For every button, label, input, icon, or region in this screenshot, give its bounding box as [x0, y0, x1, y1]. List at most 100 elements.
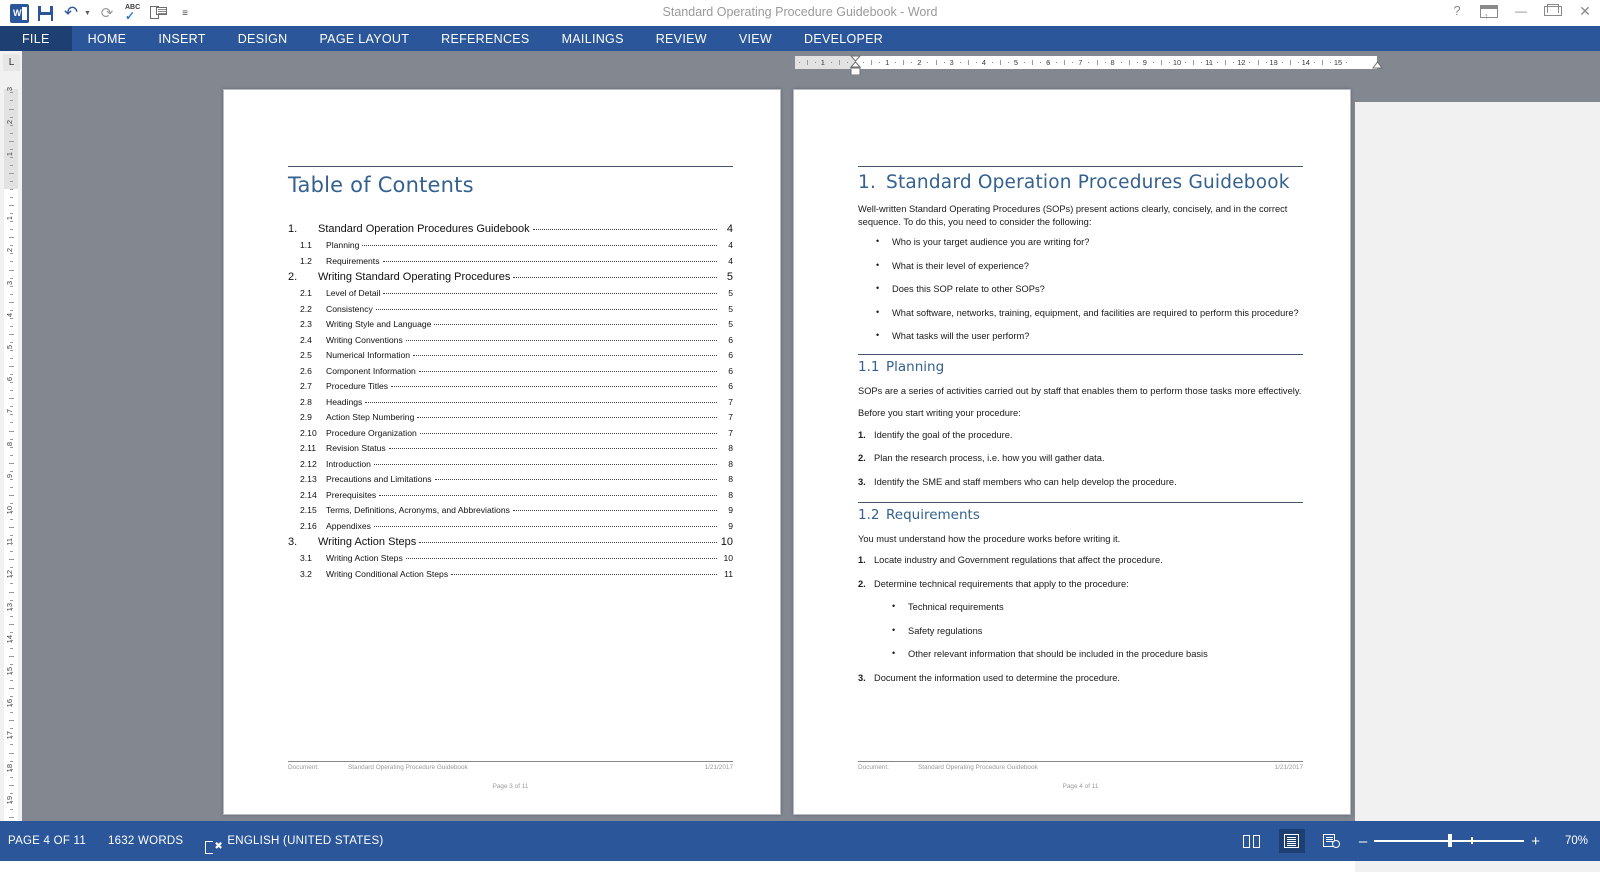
vruler-tick [10, 189, 13, 190]
help-icon[interactable]: ? [1448, 2, 1466, 20]
ribbon-display-options-icon[interactable] [1480, 4, 1498, 25]
left-indent-marker[interactable] [849, 55, 862, 77]
tab-home[interactable]: HOME [72, 26, 143, 51]
restore-window-icon[interactable] [1544, 4, 1562, 16]
toc-entry[interactable]: 2.11 Revision Status 8 [288, 443, 733, 453]
vruler-tick [10, 148, 13, 150]
footer-page-number: Page 3 of 11 [492, 783, 529, 790]
footer-label: Document: [288, 764, 319, 771]
status-bar: PAGE 4 OF 11 1632 WORDS ✖ ENGLISH (UNITE… [0, 821, 1600, 861]
zoom-control[interactable]: – + [1359, 834, 1540, 849]
h1-top-rule [858, 166, 1303, 167]
ruler-tick [1338, 62, 1339, 63]
toc-entry[interactable]: 3.2 Writing Conditional Action Steps 11 [288, 569, 733, 579]
toc-entry[interactable]: 1.2 Requirements 4 [288, 256, 733, 266]
print-layout-view-button[interactable] [1278, 829, 1305, 853]
zoom-level[interactable]: 70% [1554, 835, 1588, 847]
vruler-tick [10, 293, 13, 295]
ruler-tick [1289, 60, 1291, 65]
toc-entry[interactable]: 3. Writing Action Steps 10 [288, 536, 733, 548]
word-count[interactable]: 1632 WORDS [108, 835, 183, 847]
ruler-tick [1257, 60, 1259, 65]
toc-entry[interactable]: 2.10 Procedure Organization 7 [288, 428, 733, 438]
toc-entry[interactable]: 2.9 Action Step Numbering 7 [288, 412, 733, 422]
toc-entry[interactable]: 2.16 Appendixes 9 [288, 521, 733, 531]
list-text: Identify the goal of the procedure. [874, 429, 1013, 440]
toc-entry[interactable]: 2.2 Consistency 5 [288, 304, 733, 314]
ruler-tick [959, 62, 961, 63]
ruler-tick [911, 62, 913, 63]
toc-leader-dots [413, 355, 717, 356]
zoom-slider-handle[interactable] [1448, 834, 1452, 847]
horizontal-ruler-wrap: 1123456789101112131415 [783, 54, 1383, 76]
vertical-ruler[interactable]: 32112345678910111213141516171819 [0, 75, 22, 821]
web-layout-view-button[interactable] [1319, 829, 1345, 853]
tab-stop-selector-button[interactable]: L [3, 54, 20, 71]
toc-entry[interactable]: 2.13 Precautions and Limitations 8 [288, 474, 733, 484]
vruler-tick [10, 663, 13, 665]
page-4[interactable]: 1. Standard Operation Procedures Guidebo… [793, 89, 1351, 815]
toc-entry[interactable]: 2.8 Headings 7 [288, 397, 733, 407]
toc-entry[interactable]: 2.1 Level of Detail 5 [288, 288, 733, 298]
toc-entry[interactable]: 1. Standard Operation Procedures Guideboo… [288, 223, 733, 235]
tab-file[interactable]: FILE [0, 26, 72, 51]
toc-entry[interactable]: 2.4 Writing Conventions 6 [288, 335, 733, 345]
language-indicator[interactable]: ENGLISH (UNITED STATES) [227, 835, 383, 847]
toc-entry[interactable]: 2.6 Component Information 6 [288, 366, 733, 376]
tab-insert[interactable]: INSERT [142, 26, 221, 51]
table-of-contents-list[interactable]: 1. Standard Operation Procedures Guideboo… [288, 223, 733, 579]
page-indicator[interactable]: PAGE 4 OF 11 [8, 835, 86, 847]
toc-entry-text: Writing Action Steps [318, 536, 417, 548]
ruler-tick [935, 60, 937, 65]
zoom-slider[interactable] [1374, 834, 1525, 848]
toc-entry[interactable]: 2.7 Procedure Titles 6 [288, 381, 733, 391]
toc-leader-dots [382, 260, 717, 262]
tab-page-layout[interactable]: PAGE LAYOUT [303, 26, 425, 51]
ruler-tick [919, 62, 921, 63]
toc-entry-page: 8 [728, 458, 733, 469]
zoom-in-button[interactable]: + [1531, 834, 1540, 849]
read-mode-view-button[interactable] [1239, 829, 1265, 853]
tab-view[interactable]: VIEW [723, 26, 788, 51]
vruler-tick-label: 9 [5, 473, 14, 478]
tab-review[interactable]: REVIEW [640, 26, 723, 51]
vruler-tick-label: 11 [5, 538, 14, 546]
vruler-tick [9, 655, 14, 657]
toc-entry[interactable]: 2.14 Prerequisites 8 [288, 490, 733, 500]
toc-entry[interactable]: 2.12 Introduction 8 [288, 459, 733, 469]
toc-entry-text: Appendixes [326, 520, 371, 531]
list-item: 3. Identify the SME and staff members who… [858, 476, 1303, 489]
tab-developer[interactable]: DEVELOPER [788, 26, 899, 51]
vruler-top-margin-zone[interactable] [4, 89, 18, 189]
vruler-tick-label: 7 [5, 409, 14, 414]
ruler-tick [1225, 60, 1227, 65]
ruler-tick [798, 62, 800, 63]
toc-entry-text: Precautions and Limitations [326, 474, 432, 484]
toc-entry[interactable]: 2.5 Numerical Information 6 [288, 350, 733, 360]
vruler-tick [10, 639, 13, 641]
toc-entry-number: 3. [288, 536, 298, 548]
vruler-tick [10, 382, 13, 384]
tab-references[interactable]: REFERENCES [425, 26, 545, 51]
tab-mailings[interactable]: MAILINGS [546, 26, 640, 51]
horizontal-ruler[interactable]: 1123456789101112131415 [783, 55, 1383, 76]
toc-entry[interactable]: 1.1 Planning 4 [288, 240, 733, 250]
page-3[interactable]: Table of Contents 1. Standard Operation P… [223, 89, 781, 815]
footer-page-number: Page 4 of 11 [1062, 783, 1099, 790]
minimize-icon[interactable]: — [1512, 2, 1530, 20]
toc-entry[interactable]: 2.15 Terms, Definitions, Acronyms, and Ab… [288, 505, 733, 515]
close-icon[interactable]: ✕ [1576, 2, 1594, 20]
requirements-paragraph-1: You must understand how the procedure wo… [858, 533, 1121, 544]
zoom-out-button[interactable]: – [1359, 834, 1367, 849]
toc-leader-dots [365, 401, 717, 403]
right-indent-marker[interactable] [1371, 61, 1383, 71]
heading-1-2-number: 1.2 [858, 506, 880, 523]
toc-entry[interactable]: 2. Writing Standard Operating Procedures 5 [288, 271, 733, 283]
vruler-tick [10, 156, 13, 158]
intro-bullet-list: Who is your target audience you are writ… [858, 235, 1303, 343]
toc-entry[interactable]: 3.1 Writing Action Steps 10 [288, 553, 733, 563]
toc-entry[interactable]: 2.3 Writing Style and Language 5 [288, 319, 733, 329]
heading-1-2-text: Requirements [886, 506, 980, 523]
tab-design[interactable]: DESIGN [222, 26, 304, 51]
ruler-tick [1064, 60, 1066, 65]
